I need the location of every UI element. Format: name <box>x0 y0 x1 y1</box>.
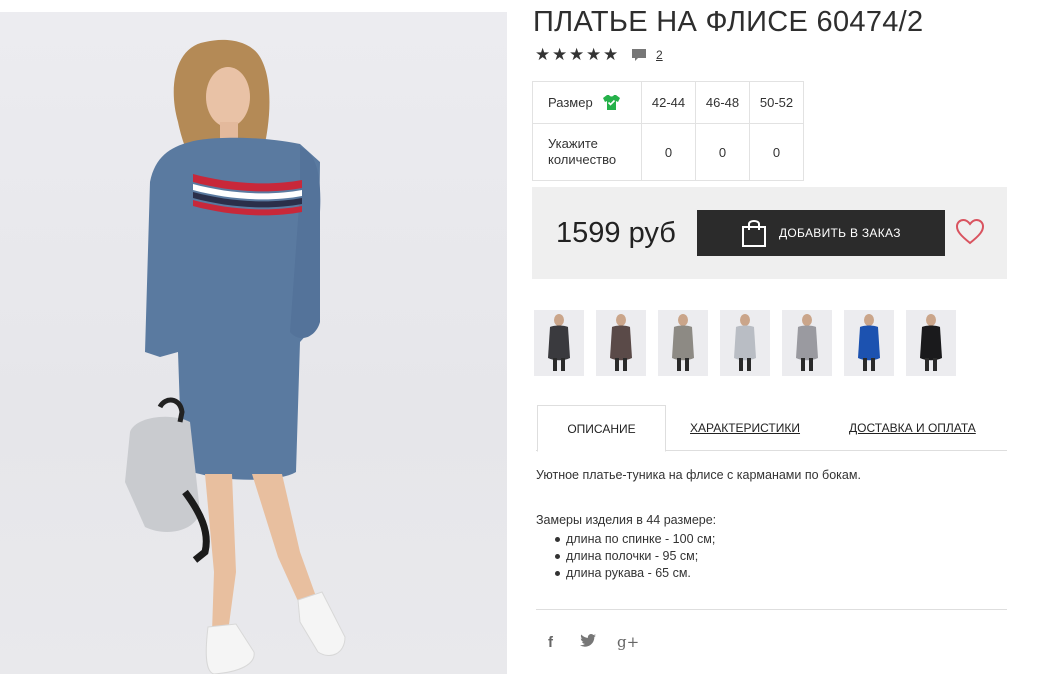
tab-delivery-payment[interactable]: ДОСТАВКА И ОПЛАТА <box>849 405 976 451</box>
model-illustration <box>125 39 346 674</box>
shopping-bag-icon <box>742 220 766 247</box>
quantity-input[interactable]: 0 <box>641 123 696 181</box>
googleplus-icon[interactable]: g+ <box>617 633 639 651</box>
add-to-order-button[interactable]: ДОБАВИТЬ В ЗАКАЗ <box>697 210 945 256</box>
tab-characteristics[interactable]: ХАРАКТЕРИСТИКИ <box>690 405 800 451</box>
add-to-order-label: ДОБАВИТЬ В ЗАКАЗ <box>779 226 901 240</box>
thumb-grey-stripe-dress[interactable] <box>658 310 708 376</box>
size-option: 46-48 <box>695 81 750 124</box>
size-label-cell: Размер <box>532 81 642 124</box>
size-label: Размер <box>548 94 593 110</box>
thumb-grey-dress[interactable] <box>782 310 832 376</box>
list-item: длина по спинке - 100 см; <box>555 531 715 548</box>
size-table: Размер 42-44 46-48 50-52 Укажите количес… <box>532 81 804 181</box>
review-count-link[interactable]: 2 <box>656 48 663 62</box>
size-chart-shirt-icon[interactable] <box>602 94 621 111</box>
list-item: длина рукава - 65 см. <box>555 565 715 582</box>
thumb-brown-dress[interactable] <box>596 310 646 376</box>
social-share: f g+ <box>548 633 639 651</box>
quantity-label: Укажите количество <box>532 123 642 181</box>
facebook-icon[interactable]: f <box>548 634 560 651</box>
product-photo[interactable] <box>0 12 507 674</box>
product-tabs: ОПИСАНИЕ ХАРАКТЕРИСТИКИ ДОСТАВКА И ОПЛАТ… <box>536 405 1007 452</box>
thumb-charcoal-dress[interactable] <box>534 310 584 376</box>
star-icon: ★ <box>535 45 551 64</box>
product-price: 1599 руб <box>556 217 676 249</box>
size-option: 50-52 <box>749 81 804 124</box>
wishlist-heart-icon[interactable] <box>956 219 984 245</box>
divider <box>536 609 1007 610</box>
tab-description[interactable]: ОПИСАНИЕ <box>537 405 666 452</box>
quantity-input[interactable]: 0 <box>749 123 804 181</box>
star-icon: ★ <box>552 45 568 64</box>
product-title: ПЛАТЬЕ НА ФЛИСЕ 60474/2 <box>533 6 924 38</box>
description-text: Уютное платье-туника на флисе с карманам… <box>536 468 861 482</box>
twitter-icon[interactable] <box>580 633 597 651</box>
measures-list: длина по спинке - 100 см; длина полочки … <box>555 531 715 582</box>
star-icon: ★ <box>586 45 602 64</box>
measures-title: Замеры изделия в 44 размере: <box>536 513 717 527</box>
thumb-light-grey-dress[interactable] <box>720 310 770 376</box>
buy-box: 1599 руб ДОБАВИТЬ В ЗАКАЗ <box>532 187 1007 279</box>
star-icon: ★ <box>603 45 619 64</box>
rating-row: ★ ★ ★ ★ ★ 2 <box>535 45 663 64</box>
thumb-blue-dress[interactable] <box>844 310 894 376</box>
rating-stars: ★ ★ ★ ★ ★ <box>535 45 619 64</box>
color-thumbnails <box>534 310 956 376</box>
list-item: длина полочки - 95 см; <box>555 548 715 565</box>
quantity-input[interactable]: 0 <box>695 123 750 181</box>
comment-icon[interactable] <box>631 47 647 63</box>
thumb-black-dress[interactable] <box>906 310 956 376</box>
star-icon: ★ <box>569 45 585 64</box>
size-option: 42-44 <box>641 81 696 124</box>
